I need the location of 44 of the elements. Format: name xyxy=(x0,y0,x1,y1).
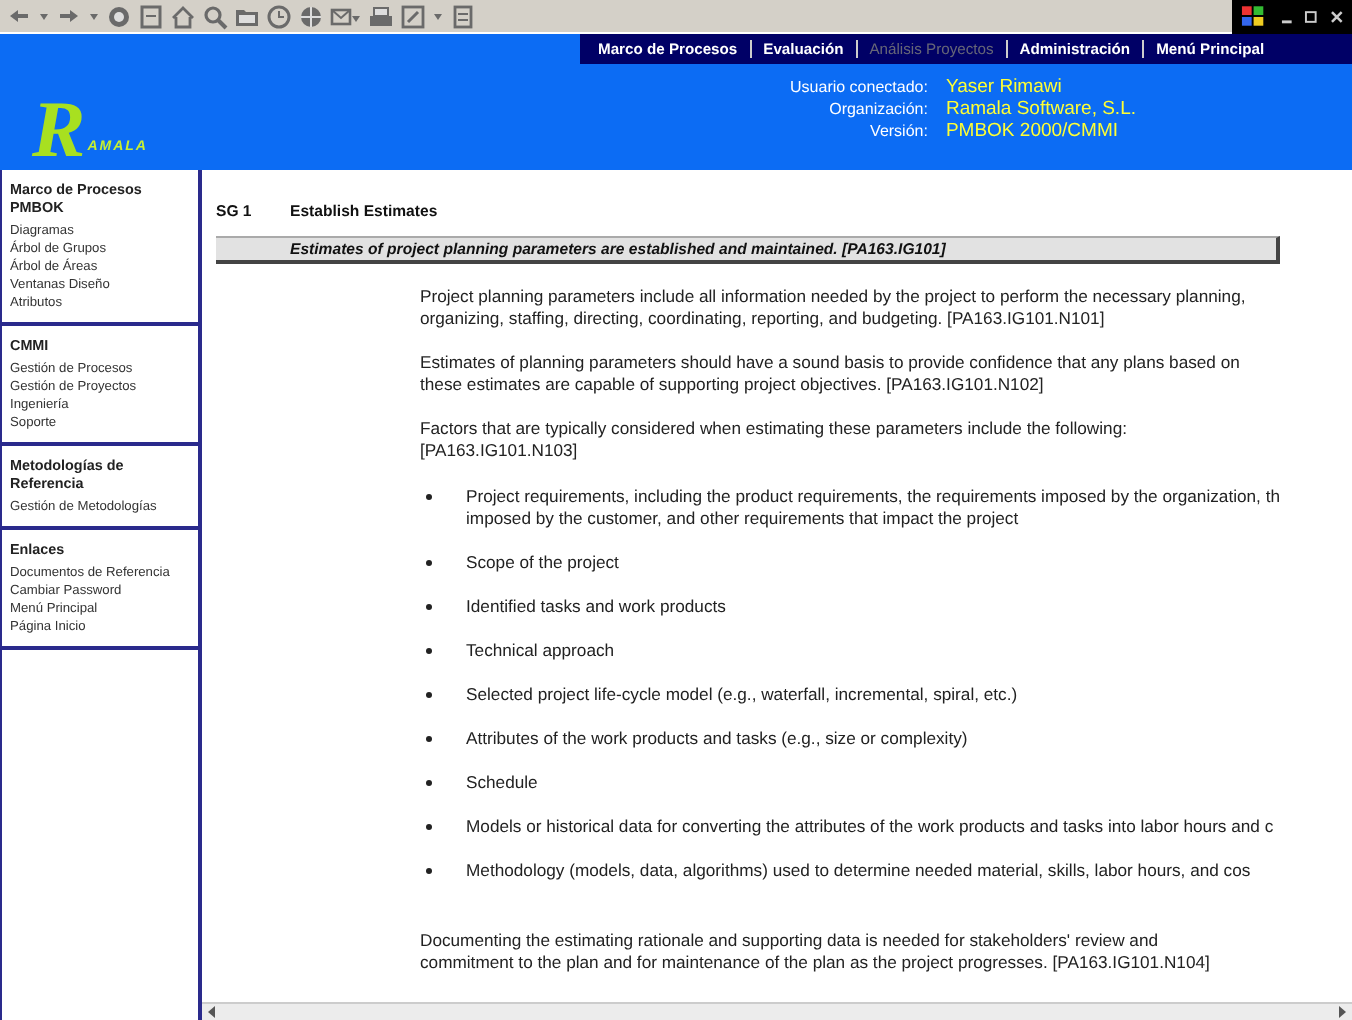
printer-icon[interactable] xyxy=(368,3,394,29)
paragraph: Factors that are typically considered when estimating these parameters include the following: [PA163.IG101.N103] xyxy=(420,418,1129,462)
info-value: PMBOK 2000/CMMI xyxy=(945,120,1121,142)
edit-icon[interactable] xyxy=(400,3,426,29)
info-label: Versión: xyxy=(868,120,928,142)
clock-icon[interactable] xyxy=(266,3,292,29)
bullet-icon xyxy=(426,494,432,500)
bullet-icon xyxy=(426,604,432,610)
bullet-icon xyxy=(426,824,432,830)
list-item: Scope of the project xyxy=(466,552,619,574)
page-icon[interactable] xyxy=(450,3,476,29)
scroll-left-icon[interactable] xyxy=(208,1006,216,1018)
horizontal-scrollbar[interactable] xyxy=(202,1002,1352,1020)
scroll-right-icon[interactable] xyxy=(1338,1006,1346,1018)
close-icon[interactable] xyxy=(1330,7,1344,25)
list-item: Schedule xyxy=(466,772,538,794)
home-icon[interactable] xyxy=(170,3,196,29)
stop-icon[interactable] xyxy=(106,3,132,29)
list-item: Selected project life-cycle model (e.g., waterfall, incremental, spiral, etc.) xyxy=(466,684,1018,706)
paragraph: Project planning parameters include all information needed by the project to perform the necessary planning, organizing, staffing, directing, coordinating, reporting, and budgeting. [PA163.IG101.N101] xyxy=(420,286,1248,330)
list-item: Models or historical data for converting the attributes of the work products and tasks into labor hours and c xyxy=(466,816,1274,838)
paragraph: Documenting the estimating rationale and supporting data is needed for stakeholders' review and commitment to the plan and for maintenance of the plan as the project progresses. [PA163.IG101.N104] xyxy=(420,930,1212,974)
list-item: Identified tasks and work products xyxy=(466,596,726,618)
bullet-icon xyxy=(426,560,432,566)
bullet-icon xyxy=(426,692,432,698)
maximize-icon[interactable] xyxy=(1304,7,1319,25)
list-item: Attributes of the work products and tasks (e.g., size or complexity) xyxy=(466,728,968,750)
info-label: Usuario conectado: xyxy=(790,76,928,98)
info-value: Ramala Software, S.L. xyxy=(945,98,1136,120)
logo-initial: R xyxy=(32,90,86,170)
windows-flag-icon xyxy=(1240,4,1268,28)
bullet-icon xyxy=(426,736,432,742)
globe-icon[interactable] xyxy=(298,3,324,29)
info-label: Organización: xyxy=(827,98,928,120)
info-value: Yaser Rimawi xyxy=(945,76,1064,98)
bullet-icon xyxy=(426,868,432,874)
list-item: Technical approach xyxy=(466,640,615,662)
list-item: Project requirements, including the product requirements, the requirements imposed by the organization, th imposed by the customer, and other requirements that impact the project xyxy=(466,486,1280,530)
mail-icon[interactable] xyxy=(330,3,362,29)
list-item: Methodology (models, data, algorithms) used to determine needed material, skills, labor hours, and cos xyxy=(466,860,1251,882)
bullet-icon xyxy=(426,780,432,786)
bullet-icon xyxy=(426,648,432,654)
search-icon[interactable] xyxy=(202,3,228,29)
paragraph: Estimates of planning parameters should have a sound basis to provide confidence that any plans based on these estimates are capable of supporting project objectives. [PA163.IG101.N102] xyxy=(420,352,1242,396)
